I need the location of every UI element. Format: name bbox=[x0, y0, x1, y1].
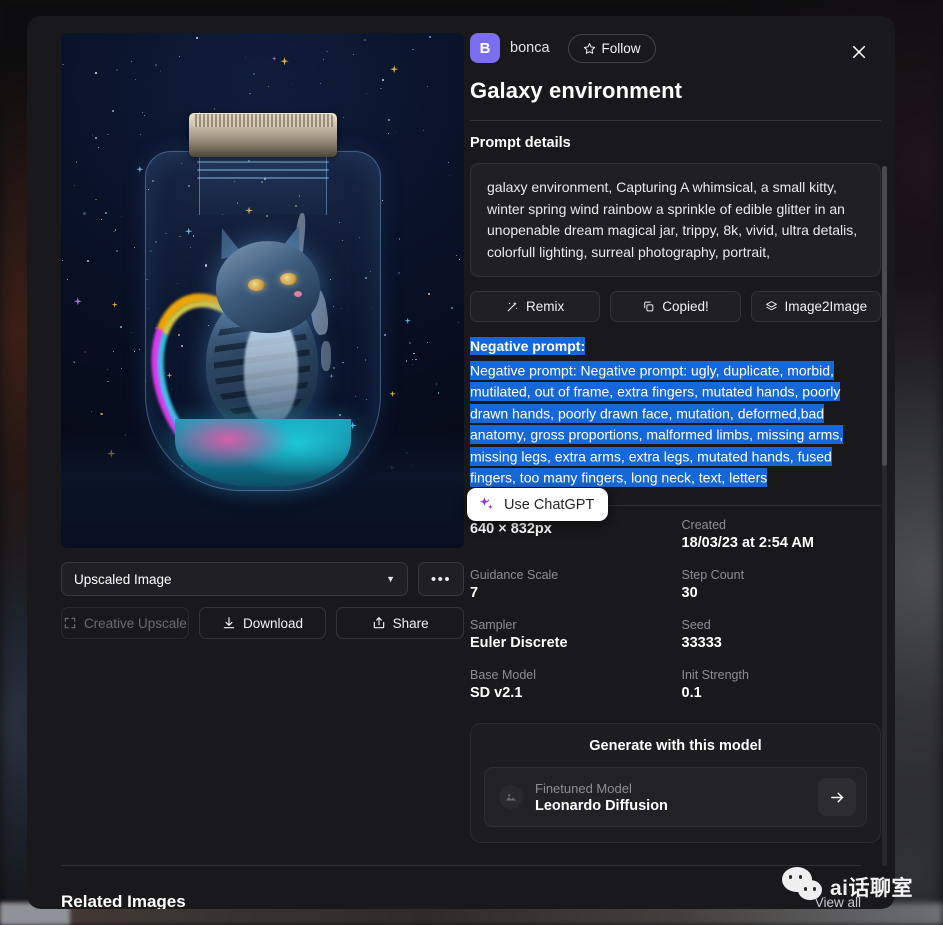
details-column: B bonca Follow Galaxy environment Prompt… bbox=[464, 33, 895, 843]
image2image-button[interactable]: Image2Image bbox=[751, 291, 881, 322]
metadata-label: Seed bbox=[682, 618, 882, 632]
author-name[interactable]: bonca bbox=[510, 40, 550, 56]
image-jar bbox=[145, 105, 381, 505]
image-icon bbox=[504, 790, 518, 804]
metadata-value: 0.1 bbox=[682, 685, 882, 701]
author-row: B bonca Follow bbox=[470, 33, 881, 63]
image-version-select[interactable]: Upscaled Image ▼ bbox=[61, 562, 408, 596]
creative-upscale-button[interactable]: Creative Upscale bbox=[61, 607, 189, 639]
metadata-item-sampler: Sampler Euler Discrete bbox=[470, 618, 670, 651]
prompt-actions-row: Remix Copied! Image2Image bbox=[470, 291, 881, 322]
metadata-label: Sampler bbox=[470, 618, 670, 632]
copy-prompt-button[interactable]: Copied! bbox=[610, 291, 740, 322]
remix-button[interactable]: Remix bbox=[470, 291, 600, 322]
image-column: Upscaled Image ▼ ••• Creative Upscale Do… bbox=[27, 33, 464, 843]
metadata-value: 33333 bbox=[682, 635, 882, 651]
chevron-down-icon: ▼ bbox=[386, 574, 395, 584]
more-options-button[interactable]: ••• bbox=[418, 562, 464, 596]
metadata-item-base-model: Base Model SD v2.1 bbox=[470, 668, 670, 701]
metadata-value: Euler Discrete bbox=[470, 635, 670, 651]
metadata-label: Base Model bbox=[470, 668, 670, 682]
image-version-row: Upscaled Image ▼ ••• bbox=[61, 562, 464, 596]
image2image-label: Image2Image bbox=[785, 299, 868, 314]
arrow-right-icon bbox=[829, 789, 846, 806]
model-sub-label: Finetuned Model bbox=[535, 781, 668, 796]
metadata-label: Init Strength bbox=[682, 668, 882, 682]
generate-card-title: Generate with this model bbox=[484, 738, 867, 754]
metadata-value: 30 bbox=[682, 585, 882, 601]
model-row[interactable]: Finetuned Model Leonardo Diffusion bbox=[484, 767, 867, 827]
jar-glitter-top bbox=[179, 423, 347, 449]
image-cat bbox=[188, 223, 338, 433]
metadata-grid: 640 × 832px Created 18/03/23 at 2:54 AM … bbox=[470, 518, 881, 701]
metadata-value: 7 bbox=[470, 585, 670, 601]
share-label: Share bbox=[393, 616, 429, 631]
metadata-item-created: Created 18/03/23 at 2:54 AM bbox=[682, 518, 882, 551]
prompt-text-box[interactable]: galaxy environment, Capturing A whimsica… bbox=[470, 163, 881, 277]
download-button[interactable]: Download bbox=[199, 607, 327, 639]
related-images-title: Related Images bbox=[61, 892, 186, 909]
image-detail-modal: Upscaled Image ▼ ••• Creative Upscale Do… bbox=[27, 16, 895, 909]
metadata-label: Guidance Scale bbox=[470, 568, 670, 582]
creative-upscale-label: Creative Upscale bbox=[84, 616, 187, 631]
download-label: Download bbox=[243, 616, 303, 631]
follow-label: Follow bbox=[602, 41, 641, 56]
generated-image[interactable] bbox=[61, 33, 464, 548]
metadata-value: 18/03/23 at 2:54 AM bbox=[682, 535, 882, 551]
modal-scrollbar-thumb[interactable] bbox=[882, 166, 887, 466]
copy-icon bbox=[642, 300, 655, 313]
star-icon bbox=[583, 42, 596, 55]
avatar[interactable]: B bbox=[470, 33, 500, 63]
negative-prompt-section: Negative prompt: Negative prompt: Negati… bbox=[470, 338, 881, 489]
sparkles-icon bbox=[478, 496, 495, 513]
expand-icon bbox=[63, 616, 77, 630]
related-images-row: Related Images View all bbox=[27, 866, 895, 909]
view-all-link[interactable]: View all bbox=[815, 895, 861, 910]
model-info: Finetuned Model Leonardo Diffusion bbox=[535, 781, 668, 814]
metadata-item-dimensions: 640 × 832px bbox=[470, 518, 670, 551]
download-icon bbox=[222, 616, 236, 630]
model-name: Leonardo Diffusion bbox=[535, 798, 668, 814]
share-icon bbox=[372, 616, 386, 630]
metadata-item-step-count: Step Count 30 bbox=[682, 568, 882, 601]
metadata-label: Created bbox=[682, 518, 882, 532]
header-divider bbox=[470, 120, 881, 121]
layers-icon bbox=[765, 300, 778, 313]
model-thumbnail bbox=[499, 785, 523, 809]
follow-button[interactable]: Follow bbox=[568, 34, 656, 63]
use-chatgpt-label: Use ChatGPT bbox=[504, 497, 594, 513]
negative-prompt-label: Negative prompt: bbox=[470, 337, 585, 355]
modal-scrollbar[interactable] bbox=[882, 166, 887, 866]
image-actions-row: Creative Upscale Download Share bbox=[61, 607, 464, 639]
wand-icon bbox=[506, 300, 519, 313]
remix-label: Remix bbox=[526, 299, 564, 314]
image-version-value: Upscaled Image bbox=[74, 572, 172, 587]
page-title: Galaxy environment bbox=[470, 78, 881, 104]
metadata-item-seed: Seed 33333 bbox=[682, 618, 882, 651]
metadata-label: Step Count bbox=[682, 568, 882, 582]
metadata-value: SD v2.1 bbox=[470, 685, 670, 701]
share-button[interactable]: Share bbox=[336, 607, 464, 639]
metadata-item-init-strength: Init Strength 0.1 bbox=[682, 668, 882, 701]
negative-prompt-text[interactable]: Negative prompt: Negative prompt: ugly, … bbox=[470, 360, 881, 489]
jar-lid-ridges bbox=[193, 114, 333, 127]
use-chatgpt-button[interactable]: Use ChatGPT bbox=[467, 488, 608, 521]
copy-prompt-label: Copied! bbox=[662, 299, 709, 314]
generate-with-model-card: Generate with this model Finetuned Model… bbox=[470, 723, 881, 843]
negative-prompt-selection: Negative prompt: Negative prompt: ugly, … bbox=[470, 361, 843, 488]
generate-go-button[interactable] bbox=[818, 778, 856, 816]
metadata-item-guidance-scale: Guidance Scale 7 bbox=[470, 568, 670, 601]
modal-body: Upscaled Image ▼ ••• Creative Upscale Do… bbox=[27, 16, 895, 843]
prompt-details-label: Prompt details bbox=[470, 135, 881, 151]
metadata-value: 640 × 832px bbox=[470, 521, 670, 537]
